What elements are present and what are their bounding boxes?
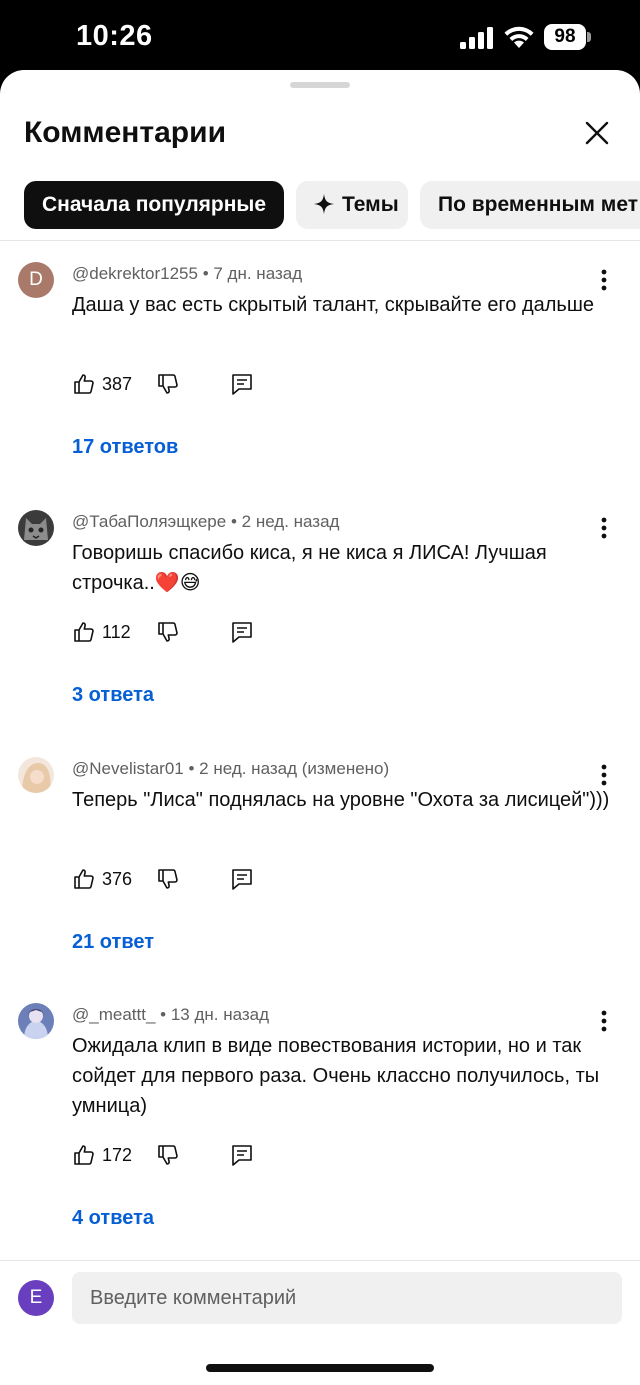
comment-text: Даша у вас есть скрытый талант, скрывайт… xyxy=(72,294,595,316)
comment-meta: @dekrektor1255 • 7 дн. назад xyxy=(72,264,302,284)
cellular-signal-icon xyxy=(460,27,493,49)
view-replies-link[interactable]: 21 ответ xyxy=(72,931,154,954)
drag-handle[interactable] xyxy=(290,82,350,88)
avatar[interactable] xyxy=(18,510,54,546)
status-time: 10:26 xyxy=(76,20,153,52)
like-count: 172 xyxy=(102,1145,133,1165)
comment-meta: @Nevelistar01 • 2 нед. назад (изменено) xyxy=(72,759,389,779)
meta-separator: • xyxy=(160,1005,171,1024)
dislike-icon[interactable] xyxy=(156,867,180,891)
meta-separator: • xyxy=(202,264,214,283)
comment-text: Говоришь спасибо киса, я не киса я ЛИСА!… xyxy=(72,542,547,594)
dislike-icon[interactable] xyxy=(156,1143,180,1167)
dislike-icon[interactable] xyxy=(156,620,180,644)
home-indicator[interactable] xyxy=(206,1364,434,1372)
chip-topics[interactable]: Темы xyxy=(296,181,408,229)
comment-author[interactable]: @Nevelistar01 xyxy=(72,759,184,778)
chip-sort-popular[interactable]: Сначала популярные xyxy=(24,181,284,229)
avatar-image xyxy=(18,757,54,793)
comment-meta: @_meattt_ • 13 дн. назад xyxy=(72,1005,269,1025)
like-count: 387 xyxy=(102,374,133,394)
comments-sheet: Комментарии Сначала популярные Темы По в… xyxy=(0,70,640,1385)
comment-time: 13 дн. назад xyxy=(170,1005,270,1024)
avatar[interactable] xyxy=(18,1003,54,1039)
sparkle-icon xyxy=(314,194,334,214)
comment-time: 2 нед. назад xyxy=(241,512,340,531)
divider xyxy=(0,1260,640,1261)
comment-text: Ожидала клип в виде повествования истори… xyxy=(72,1035,600,1117)
comment-author[interactable]: @ТабаПоляэщкере xyxy=(72,512,226,531)
battery-indicator: 98 xyxy=(544,24,591,50)
divider xyxy=(0,240,640,241)
like-icon[interactable] xyxy=(72,372,96,396)
comment-input[interactable] xyxy=(72,1272,622,1324)
chip-popular-label: Сначала популярные xyxy=(42,193,267,216)
sheet-title: Комментарии xyxy=(24,116,227,149)
chip-topics-label: Темы xyxy=(342,193,399,216)
comment-time: 2 нед. назад (изменено) xyxy=(199,759,390,778)
meta-separator: • xyxy=(188,759,200,778)
comment-author[interactable]: @_meattt_ xyxy=(72,1005,155,1024)
like-icon[interactable] xyxy=(72,620,96,644)
comment-author[interactable]: @dekrektor1255 xyxy=(72,264,198,283)
like-icon[interactable] xyxy=(72,1143,96,1167)
avatar-image xyxy=(18,510,54,546)
status-bar: 10:26 98 xyxy=(0,0,640,70)
avatar[interactable]: D xyxy=(18,262,54,298)
wifi-icon xyxy=(504,26,534,48)
current-user-avatar[interactable]: E xyxy=(18,1280,54,1316)
reply-icon[interactable] xyxy=(230,620,254,644)
like-count: 376 xyxy=(102,869,133,889)
view-replies-link[interactable]: 4 ответа xyxy=(72,1207,154,1230)
close-icon[interactable] xyxy=(582,118,612,148)
like-count: 112 xyxy=(102,622,131,642)
avatar-image xyxy=(18,1003,54,1039)
reply-icon[interactable] xyxy=(230,372,254,396)
view-replies-link[interactable]: 17 ответов xyxy=(72,436,178,459)
meta-separator: • xyxy=(230,512,242,531)
view-replies-link[interactable]: 3 ответа xyxy=(72,684,154,707)
comment-meta: @ТабаПоляэщкере • 2 нед. назад xyxy=(72,512,339,532)
chip-sort-by-time[interactable]: По временным мет xyxy=(420,181,640,229)
like-icon[interactable] xyxy=(72,867,96,891)
comment-time: 7 дн. назад xyxy=(213,264,303,283)
chip-time-label: По временным мет xyxy=(438,193,639,216)
dislike-icon[interactable] xyxy=(156,372,180,396)
reply-icon[interactable] xyxy=(230,867,254,891)
avatar[interactable] xyxy=(18,757,54,793)
battery-tip xyxy=(587,32,591,42)
comment-text: Теперь "Лиса" поднялась на уровне "Охота… xyxy=(72,789,610,811)
battery-level: 98 xyxy=(544,24,586,50)
reply-icon[interactable] xyxy=(230,1143,254,1167)
